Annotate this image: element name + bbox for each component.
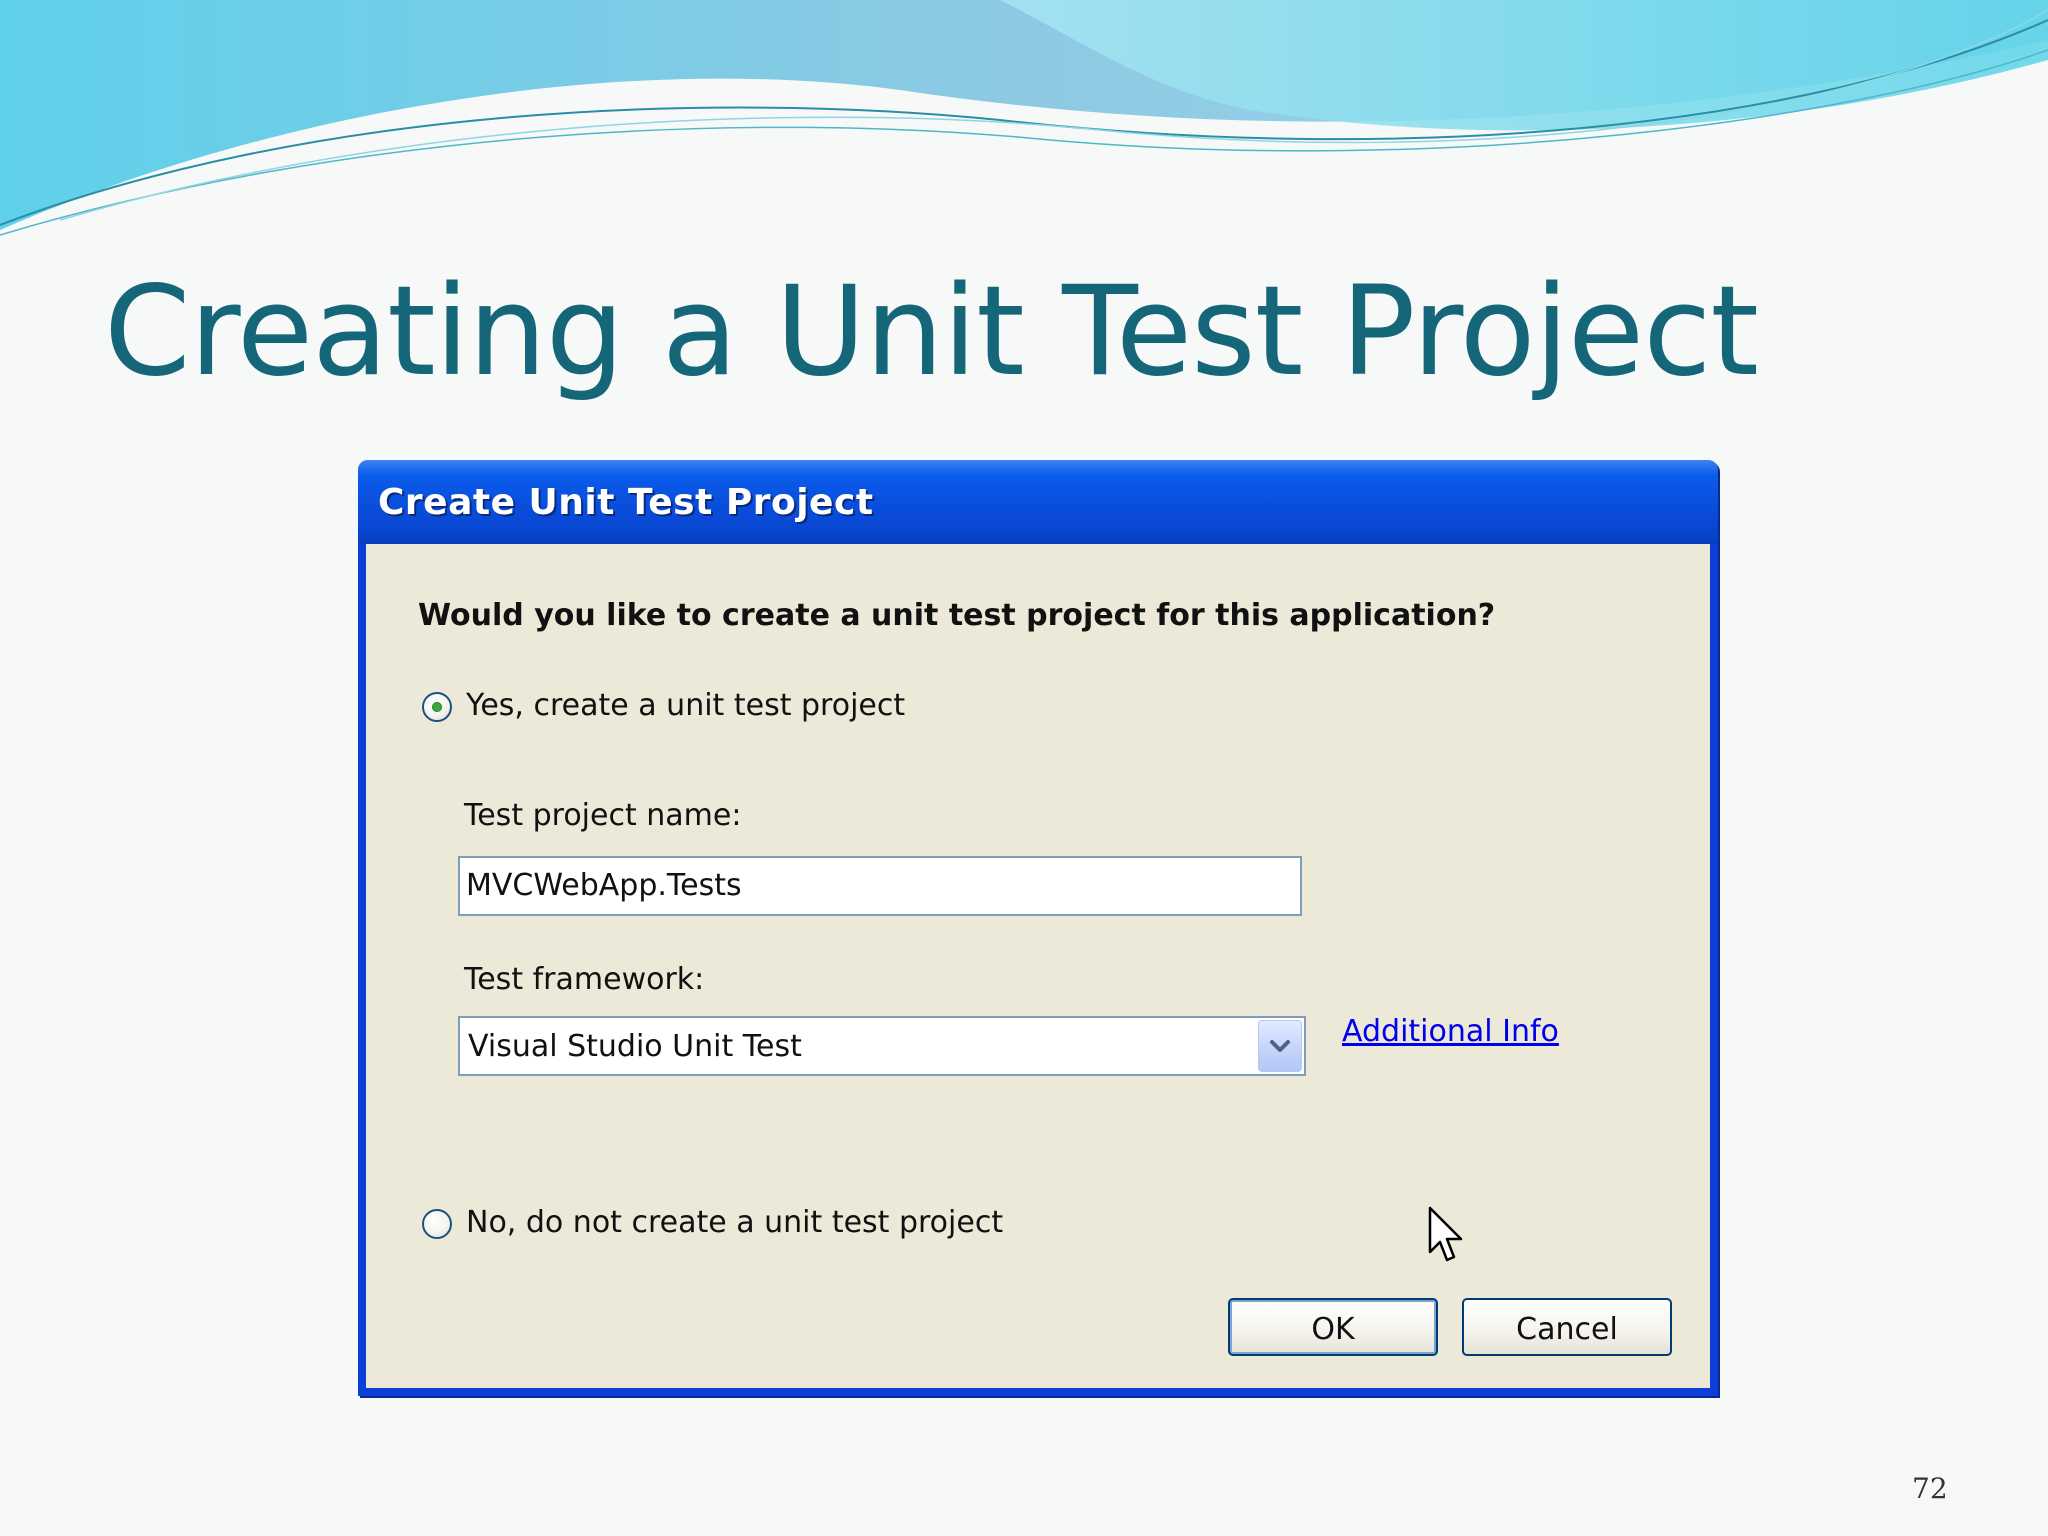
- slide-title: Creating a Unit Test Project: [104, 260, 1759, 404]
- cancel-button-label: Cancel: [1516, 1312, 1618, 1347]
- radio-selected-icon: [432, 702, 442, 712]
- dialog-titlebar[interactable]: Create Unit Test Project: [358, 460, 1718, 544]
- radio-no[interactable]: [422, 1209, 452, 1239]
- framework-select-value: Visual Studio Unit Test: [468, 1029, 802, 1064]
- mouse-pointer-icon: [1428, 1206, 1463, 1262]
- radio-yes[interactable]: [422, 692, 452, 722]
- slide-page-number: 72: [1912, 1472, 1948, 1505]
- ok-button-label: OK: [1311, 1312, 1355, 1347]
- dialog-question: Would you like to create a unit test pro…: [418, 598, 1496, 633]
- project-name-label: Test project name:: [464, 798, 742, 833]
- project-name-value: MVCWebApp.Tests: [466, 868, 742, 903]
- ok-button[interactable]: OK: [1228, 1298, 1438, 1356]
- framework-dropdown-button[interactable]: [1258, 1020, 1302, 1072]
- radio-yes-label[interactable]: Yes, create a unit test project: [466, 688, 905, 723]
- slide-header-decoration: [0, 0, 2048, 236]
- radio-no-label[interactable]: No, do not create a unit test project: [466, 1205, 1003, 1240]
- chevron-down-icon: [1270, 1040, 1290, 1052]
- framework-select[interactable]: Visual Studio Unit Test: [458, 1016, 1306, 1076]
- dialog-title: Create Unit Test Project: [378, 482, 874, 523]
- project-name-input[interactable]: MVCWebApp.Tests: [458, 856, 1302, 916]
- additional-info-link[interactable]: Additional Info: [1342, 1014, 1559, 1049]
- framework-label: Test framework:: [464, 962, 705, 997]
- cancel-button[interactable]: Cancel: [1462, 1298, 1672, 1356]
